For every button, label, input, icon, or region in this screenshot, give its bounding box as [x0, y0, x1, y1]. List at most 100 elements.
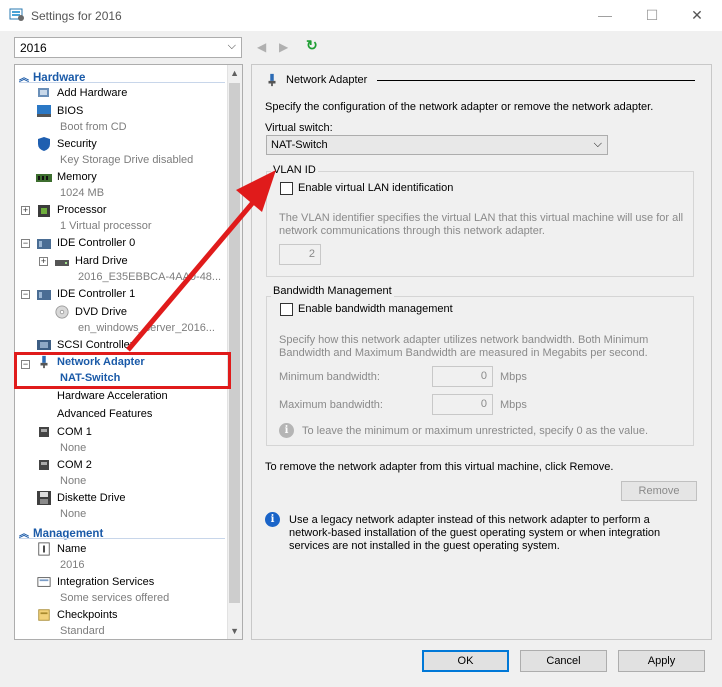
com-port-icon	[39, 427, 49, 437]
tree-item-bios[interactable]: BIOS	[57, 105, 83, 117]
tree-item-scsi-controller[interactable]: SCSI Controller	[57, 339, 133, 351]
max-bandwidth-unit: Mbps	[500, 399, 527, 411]
com-port-icon	[39, 460, 49, 470]
section-divider	[19, 538, 225, 539]
tree-item-ide-controller-1[interactable]: IDE Controller 1	[57, 288, 135, 300]
tree-item-hard-drive[interactable]: Hard Drive	[75, 255, 128, 267]
bandwidth-hint: To leave the minimum or maximum unrestri…	[302, 425, 649, 437]
tree-item-hard-drive-detail: 2016_E35EBBCA-4AA0-48...	[78, 271, 222, 283]
tree-item-com1-detail: None	[60, 442, 87, 454]
minimize-button[interactable]: —	[598, 8, 612, 22]
add-hardware-icon	[38, 88, 49, 97]
max-bandwidth-label: Maximum bandwidth:	[279, 399, 383, 411]
tree-item-add-hardware[interactable]: Add Hardware	[57, 87, 127, 99]
legacy-adapter-note-1: Use a legacy network adapter instead of …	[289, 514, 650, 526]
name-icon	[38, 542, 50, 556]
diskette-icon	[37, 491, 51, 505]
vm-select[interactable]: 2016 ⌵	[14, 37, 242, 58]
chevron-down-icon: ⌵	[227, 40, 236, 52]
tree-item-checkpoints[interactable]: Checkpoints	[57, 609, 118, 621]
controller-icon	[37, 239, 51, 249]
vlan-description-2: network communications through this netw…	[279, 225, 545, 237]
vlan-description-1: The VLAN identifier specifies the virtua…	[279, 212, 684, 224]
tree-item-memory-detail: 1024 MB	[60, 187, 105, 199]
tree-item-processor[interactable]: Processor	[57, 204, 107, 216]
tree-item-security[interactable]: Security	[57, 138, 97, 150]
scsi-controller-icon	[37, 340, 51, 350]
vlan-checkbox[interactable]	[280, 182, 293, 195]
expand-icon[interactable]: +	[39, 257, 48, 266]
chevron-down-icon: ⌵	[593, 138, 602, 150]
tree-item-dvd-drive[interactable]: DVD Drive	[75, 306, 127, 318]
virtual-switch-select[interactable]: NAT-Switch ⌵	[266, 135, 608, 155]
title-divider	[377, 80, 695, 81]
scroll-down-arrow[interactable]: ▼	[230, 626, 239, 636]
vlan-id-input[interactable]: 2	[279, 244, 321, 265]
virtual-switch-value: NAT-Switch	[271, 139, 328, 151]
tree-item-com1[interactable]: COM 1	[57, 426, 92, 438]
tree-item-ide-controller-0[interactable]: IDE Controller 0	[57, 237, 135, 249]
tree-item-name[interactable]: Name	[57, 543, 86, 555]
info-icon: i	[279, 423, 294, 438]
integration-services-icon	[37, 577, 51, 587]
tree-item-bios-detail: Boot from CD	[60, 121, 127, 133]
vm-select-value: 2016	[20, 41, 47, 55]
bandwidth-description-2: Bandwidth and Maximum Bandwidth are meas…	[279, 347, 648, 359]
tree-item-com2[interactable]: COM 2	[57, 459, 92, 471]
section-divider	[19, 82, 225, 83]
scroll-up-arrow[interactable]: ▲	[230, 68, 239, 78]
tree-item-integration-services[interactable]: Integration Services	[57, 576, 154, 588]
legacy-adapter-note-3: services are not installed in the guest …	[289, 540, 560, 552]
vlan-checkbox-label: Enable virtual LAN identification	[298, 182, 454, 194]
hyperv-settings-icon	[9, 8, 24, 21]
tree-item-security-detail: Key Storage Drive disabled	[60, 154, 194, 166]
collapse-tree-icon[interactable]: −	[21, 290, 30, 299]
tree-item-processor-detail: 1 Virtual processor	[60, 220, 152, 232]
tree-item-memory[interactable]: Memory	[57, 171, 97, 183]
collapse-tree-icon[interactable]: −	[21, 239, 30, 248]
bandwidth-checkbox[interactable]	[280, 303, 293, 316]
info-icon: i	[265, 512, 280, 527]
tree-item-checkpoints-detail: Standard	[60, 625, 105, 637]
tree-item-hardware-acceleration[interactable]: Hardware Acceleration	[57, 390, 168, 402]
remove-description: To remove the network adapter from this …	[265, 461, 614, 473]
min-bandwidth-input[interactable]: 0	[432, 366, 493, 387]
ok-button[interactable]: OK	[422, 650, 509, 672]
refresh-button[interactable]: ↻	[306, 37, 318, 54]
bandwidth-checkbox-label: Enable bandwidth management	[298, 303, 453, 315]
highlight-box	[14, 352, 231, 389]
panel-description: Specify the configuration of the network…	[265, 101, 654, 113]
shield-icon	[38, 137, 50, 151]
tree-item-advanced-features[interactable]: Advanced Features	[57, 408, 152, 420]
tree-item-diskette-drive-detail: None	[60, 508, 87, 520]
checkpoints-icon	[38, 609, 50, 621]
processor-icon	[38, 205, 50, 217]
virtual-switch-label: Virtual switch:	[265, 122, 333, 134]
tree-item-dvd-drive-detail: en_windows_server_2016...	[78, 322, 215, 334]
back-button[interactable]: ◀	[257, 40, 266, 54]
panel-title: Network Adapter	[286, 74, 368, 86]
bandwidth-description-1: Specify how this network adapter utilize…	[279, 334, 649, 346]
settings-panel: Network Adapter Specify the configuratio…	[251, 64, 712, 640]
window-title: Settings for 2016	[31, 9, 122, 23]
tree-item-name-detail: 2016	[60, 559, 85, 571]
dvd-icon	[55, 305, 69, 319]
bios-icon	[37, 105, 51, 117]
bandwidth-group-title: Bandwidth Management	[271, 285, 394, 297]
tree-item-integration-services-detail: Some services offered	[60, 592, 170, 604]
close-button[interactable]: ✕	[690, 8, 704, 22]
tree-item-diskette-drive[interactable]: Diskette Drive	[57, 492, 125, 504]
legacy-adapter-note-2: network-based installation of the guest …	[289, 527, 661, 539]
max-bandwidth-input[interactable]: 0	[432, 394, 493, 415]
scrollbar-thumb[interactable]	[229, 83, 240, 603]
hard-drive-icon	[55, 260, 69, 266]
cancel-button[interactable]: Cancel	[520, 650, 607, 672]
apply-button[interactable]: Apply	[618, 650, 705, 672]
min-bandwidth-label: Minimum bandwidth:	[279, 371, 380, 383]
remove-button[interactable]: Remove	[621, 481, 697, 501]
forward-button[interactable]: ▶	[279, 40, 288, 54]
maximize-button[interactable]: ☐	[645, 8, 659, 22]
expand-icon[interactable]: +	[21, 206, 30, 215]
controller-icon	[37, 290, 51, 300]
min-bandwidth-unit: Mbps	[500, 371, 527, 383]
